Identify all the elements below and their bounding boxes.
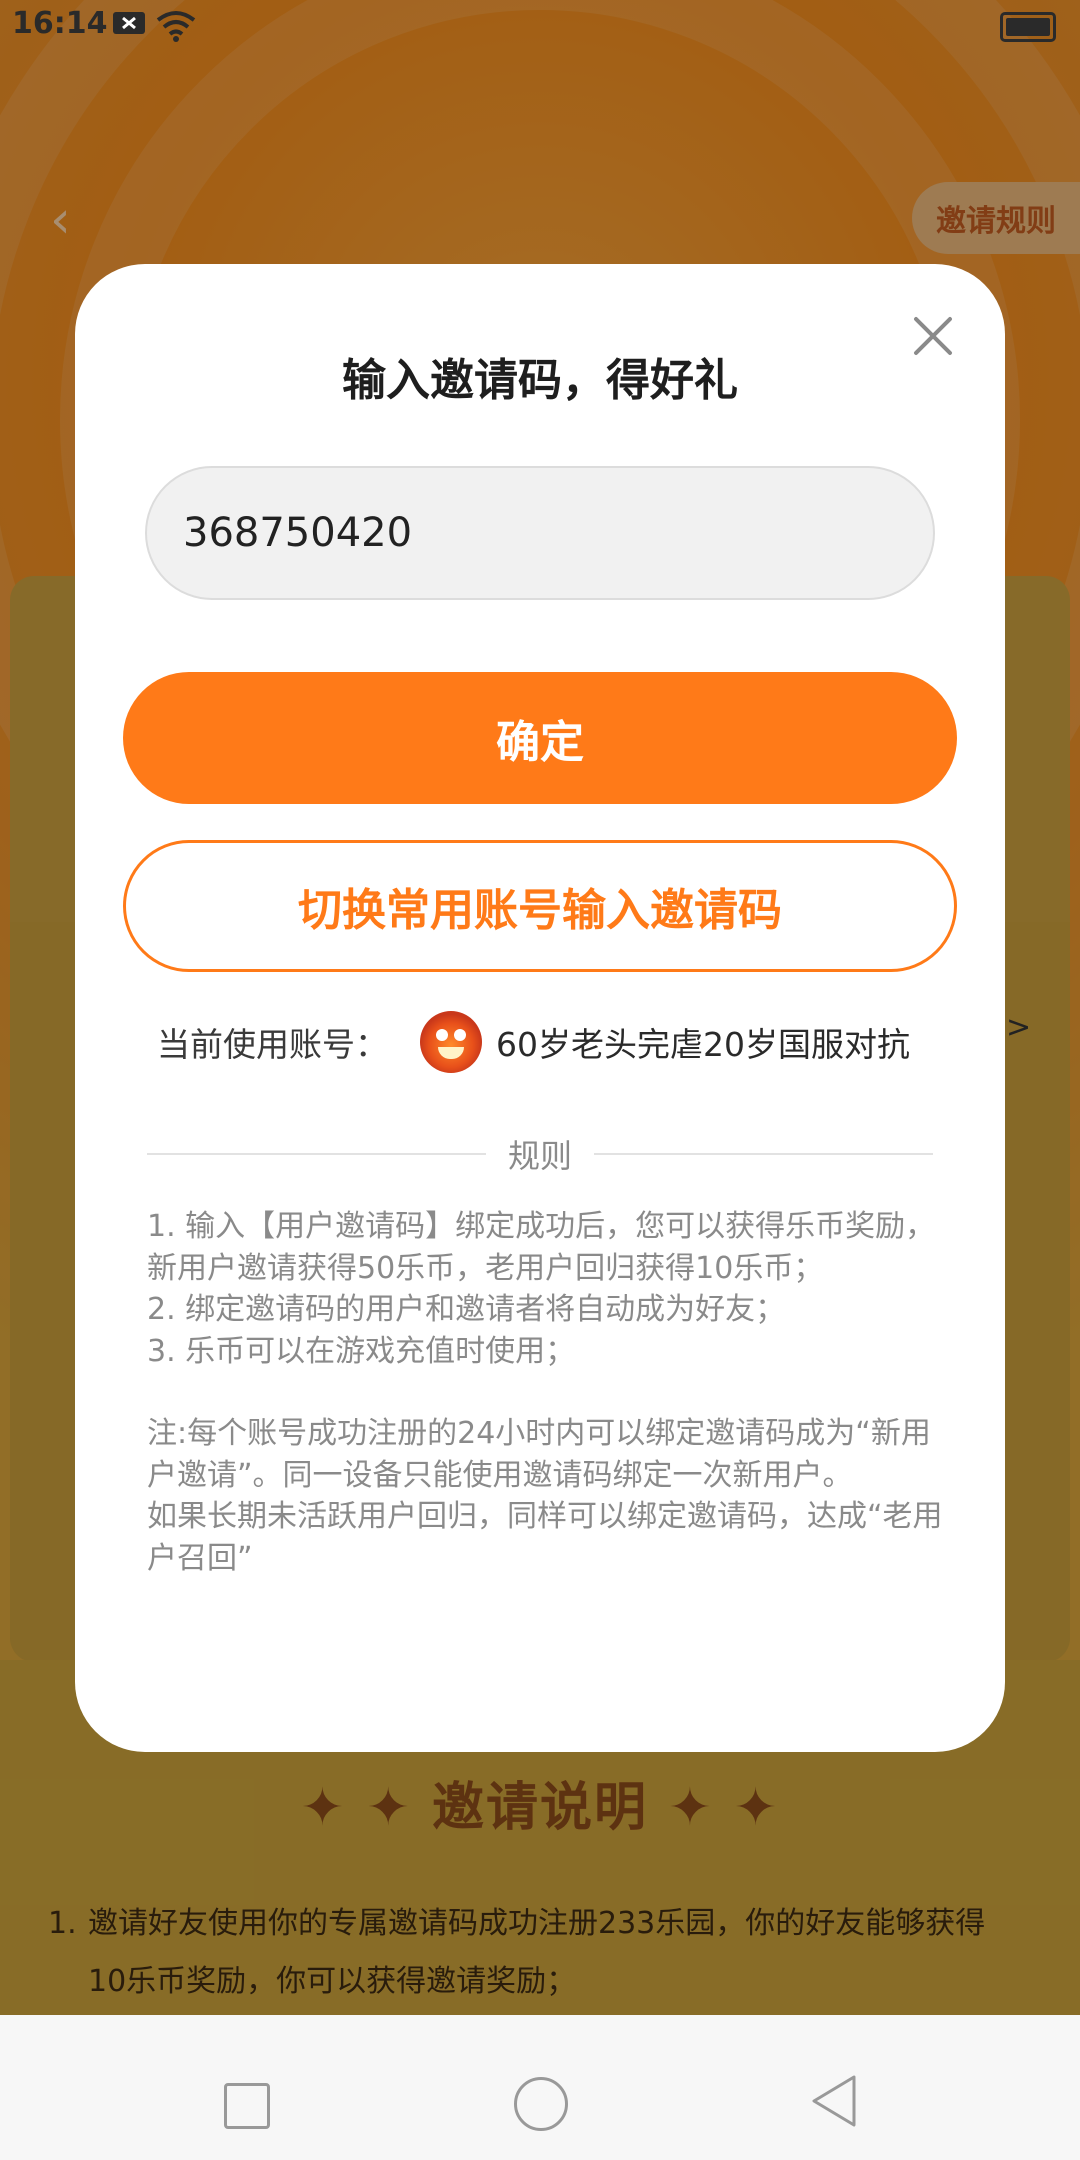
divider-line <box>594 1153 934 1155</box>
home-button[interactable] <box>514 2077 568 2131</box>
account-name: 60岁老头完虐20岁国服对抗 <box>496 1025 910 1064</box>
system-nav-bar <box>0 2015 1080 2160</box>
rules-text-block: 1. 输入【用户邀请码】绑定成功后，您可以获得乐币奖励，新用户邀请获得50乐币，… <box>147 1206 947 1579</box>
wifi-icon <box>156 11 196 42</box>
current-account-label: 当前使用账号： <box>157 1025 388 1064</box>
invite-code-dialog: 输入邀请码，得好礼 确定 切换常用账号输入邀请码 当前使用账号： 60岁老头完虐… <box>75 264 1005 1752</box>
current-account-row: 当前使用账号： 60岁老头完虐20岁国服对抗 <box>157 1006 910 1078</box>
notification-icon <box>113 12 145 34</box>
note-item-1: 注:每个账号成功注册的24小时内可以绑定邀请码成为“新用户邀请”。同一设备只能使… <box>147 1416 931 1493</box>
rule-item-3: 3. 乐币可以在游戏充值时使用； <box>147 1333 576 1369</box>
battery-icon <box>1000 12 1056 42</box>
avatar <box>420 1011 482 1073</box>
rule-item-2: 2. 绑定邀请码的用户和邀请者将自动成为好友； <box>147 1292 786 1327</box>
back-triangle-icon[interactable] <box>808 2073 860 2129</box>
invite-code-input[interactable] <box>145 466 935 600</box>
confirm-button[interactable]: 确定 <box>123 672 957 804</box>
status-bar: 16:14 <box>0 0 1080 56</box>
rules-divider: 规则 <box>147 1132 934 1176</box>
rules-title: 规则 <box>508 1137 573 1175</box>
switch-account-button[interactable]: 切换常用账号输入邀请码 <box>123 840 957 972</box>
note-item-2: 如果长期未活跃用户回归，同样可以绑定邀请码，达成“老用户召回” <box>147 1499 943 1576</box>
divider-line <box>147 1153 486 1155</box>
status-time: 16:14 <box>12 6 108 41</box>
recent-apps-button[interactable] <box>224 2083 270 2129</box>
rule-item-1: 1. 输入【用户邀请码】绑定成功后，您可以获得乐币奖励，新用户邀请获得50乐币，… <box>147 1209 936 1286</box>
dialog-title: 输入邀请码，得好礼 <box>342 355 738 406</box>
